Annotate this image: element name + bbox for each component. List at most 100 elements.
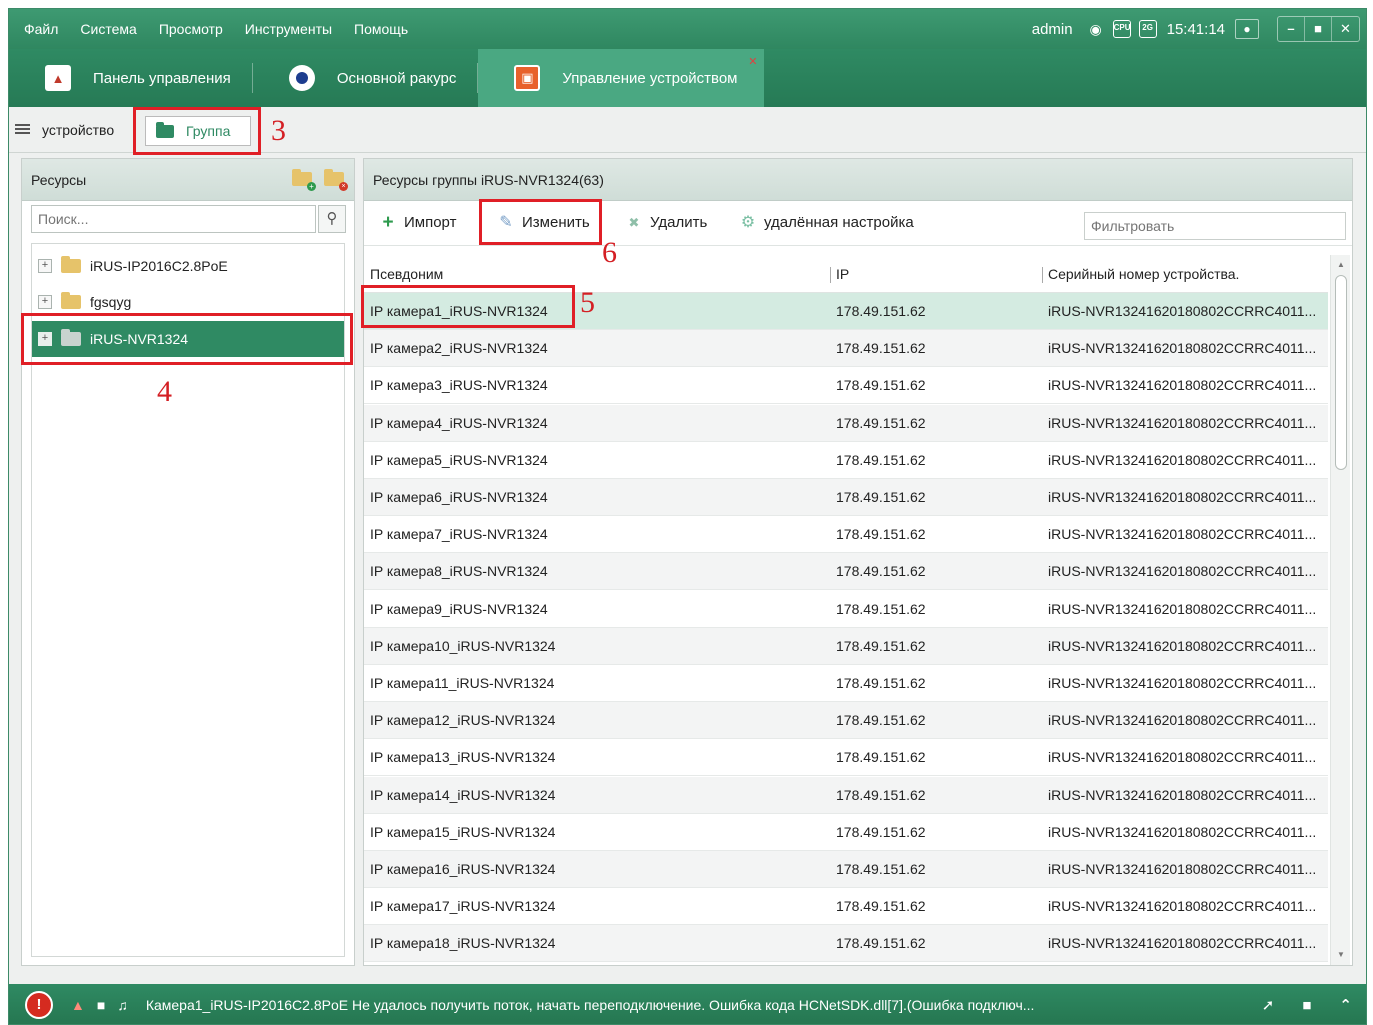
resources-panel: Ресурсы + × ⚲ + iRUS-IP2016C2.8PoE + fgs… bbox=[21, 158, 355, 966]
table-row[interactable]: IP камера9_iRUS-NVR1324 178.49.151.62 iRUS… bbox=[364, 591, 1328, 628]
table-row[interactable]: IP камера16_iRUS-NVR1324 178.49.151.62 iRU… bbox=[364, 851, 1328, 888]
resource-search: ⚲ bbox=[31, 205, 346, 233]
tree-item[interactable]: + iRUS-IP2016C2.8PoE bbox=[32, 248, 344, 284]
table-row[interactable]: IP камера5_iRUS-NVR1324 178.49.151.62 iRUS… bbox=[364, 442, 1328, 479]
alarm-icon[interactable]: ! bbox=[25, 991, 53, 1019]
column-serial[interactable]: Серийный номер устройства. bbox=[1048, 266, 1239, 282]
add-group-icon[interactable]: + bbox=[292, 169, 316, 191]
scroll-up-icon[interactable]: ▲ bbox=[1331, 257, 1351, 273]
table-row[interactable]: IP камера17_iRUS-NVR1324 178.49.151.62 iRU… bbox=[364, 888, 1328, 926]
table-row[interactable]: IP камера11_iRUS-NVR1324 178.49.151.62 iRU… bbox=[364, 665, 1328, 702]
delete-group-icon[interactable]: × bbox=[324, 169, 348, 191]
scroll-down-icon[interactable]: ▼ bbox=[1331, 947, 1351, 963]
cell-serial: iRUS-NVR13241620180802CCRRC4011... bbox=[1048, 377, 1317, 394]
network-icon[interactable]: 2G bbox=[1138, 20, 1157, 38]
cell-alias: IP камера18_iRUS-NVR1324 bbox=[370, 935, 556, 952]
table-row[interactable]: IP камера14_iRUS-NVR1324 178.49.151.62 iRU… bbox=[364, 776, 1328, 814]
close-button[interactable]: ✕ bbox=[1332, 17, 1359, 41]
tree-item[interactable]: + fgsqyg bbox=[32, 284, 344, 320]
expand-icon[interactable]: + bbox=[38, 259, 52, 273]
subtab-device-label: устройство bbox=[42, 122, 115, 138]
remote-config-button[interactable]: ⚙ удалённая настройка bbox=[740, 214, 914, 231]
import-label: Импорт bbox=[404, 214, 457, 231]
globe-icon[interactable]: ◉ bbox=[1087, 20, 1105, 38]
table-row[interactable]: IP камера15_iRUS-NVR1324 178.49.151.62 iRU… bbox=[364, 814, 1328, 851]
sound-icon[interactable]: ♫ bbox=[117, 997, 128, 1013]
resources-header: Ресурсы + × bbox=[22, 159, 354, 201]
cell-alias: IP камера6_iRUS-NVR1324 bbox=[370, 489, 548, 505]
delete-button[interactable]: ✖ Удалить bbox=[626, 214, 708, 231]
table-row[interactable]: IP камера6_iRUS-NVR1324 178.49.151.62 iRUS… bbox=[364, 479, 1328, 516]
tab-device-management[interactable]: ▣ Управление устройством ✕ bbox=[478, 49, 764, 107]
edit-button[interactable]: ✎ Изменить bbox=[498, 213, 589, 231]
subtab-group[interactable]: Группа bbox=[145, 116, 251, 146]
cell-ip: 178.49.151.62 bbox=[836, 935, 926, 952]
list-icon bbox=[15, 124, 30, 136]
import-button[interactable]: + Импорт bbox=[380, 213, 457, 232]
camera-event-icon[interactable]: ■ bbox=[97, 997, 105, 1013]
current-user[interactable]: admin bbox=[1032, 21, 1073, 38]
search-input[interactable] bbox=[31, 205, 316, 233]
tab-control-panel[interactable]: ▲ Панель управления bbox=[9, 49, 253, 107]
cell-alias: IP камера8_iRUS-NVR1324 bbox=[370, 563, 548, 580]
cell-ip: 178.49.151.62 bbox=[836, 898, 926, 915]
menu-tools[interactable]: Инструменты bbox=[234, 21, 343, 37]
cell-alias: IP камера11_iRUS-NVR1324 bbox=[370, 675, 555, 691]
expand-up-icon[interactable]: ⌃ bbox=[1339, 996, 1352, 1014]
lock-icon[interactable]: ● bbox=[1235, 19, 1259, 39]
menu-file[interactable]: Файл bbox=[13, 21, 69, 37]
restore-icon[interactable]: ■ bbox=[1302, 997, 1311, 1014]
subtab-device[interactable]: устройство bbox=[15, 122, 114, 138]
module-tab-bar: ▲ Панель управления Основной ракурс ▣ Уп… bbox=[9, 49, 1366, 107]
column-ip[interactable]: IP bbox=[836, 266, 849, 282]
menu-system[interactable]: Система bbox=[69, 21, 147, 37]
table-row[interactable]: IP камера8_iRUS-NVR1324 178.49.151.62 iRUS… bbox=[364, 553, 1328, 591]
folder-icon bbox=[61, 256, 81, 273]
table-row[interactable]: IP камера12_iRUS-NVR1324 178.49.151.62 iRU… bbox=[364, 702, 1328, 740]
table-row[interactable]: IP камера10_iRUS-NVR1324 178.49.151.62 iRU… bbox=[364, 627, 1328, 665]
tab-label: Управление устройством bbox=[562, 69, 738, 87]
cell-serial: iRUS-NVR13241620180802CCRRC4011... bbox=[1048, 861, 1317, 877]
subtab-group-label: Группа bbox=[186, 123, 231, 139]
column-alias[interactable]: Псевдоним bbox=[370, 266, 443, 282]
folder-icon bbox=[61, 292, 81, 309]
sub-tab-bar: устройство Группа bbox=[9, 107, 1366, 153]
pin-icon[interactable]: ➚ bbox=[1262, 996, 1275, 1014]
table-row[interactable]: IP камера7_iRUS-NVR1324 178.49.151.62 iRUS… bbox=[364, 516, 1328, 554]
pencil-icon: ✎ bbox=[499, 213, 513, 231]
menu-help[interactable]: Помощь bbox=[343, 21, 419, 37]
cell-serial: iRUS-NVR13241620180802CCRRC4011... bbox=[1048, 637, 1317, 654]
table-row[interactable]: IP камера2_iRUS-NVR1324 178.49.151.62 iRUS… bbox=[364, 330, 1328, 368]
annotation-number: 4 bbox=[157, 375, 172, 408]
table-row[interactable]: IP камера18_iRUS-NVR1324 178.49.151.62 iRU… bbox=[364, 925, 1328, 963]
cell-ip: 178.49.151.62 bbox=[836, 377, 926, 394]
cell-ip: 178.49.151.62 bbox=[836, 675, 926, 691]
expand-icon[interactable]: + bbox=[38, 332, 52, 346]
group-resources-title: Ресурсы группы iRUS-NVR1324(63) bbox=[373, 171, 604, 188]
table-row[interactable]: IP камера1_iRUS-NVR1324 178.49.151.62 iRUS… bbox=[364, 293, 1328, 330]
cell-serial: iRUS-NVR13241620180802CCRRC4011... bbox=[1048, 786, 1317, 803]
tree-item-selected[interactable]: + iRUS-NVR1324 bbox=[32, 321, 344, 357]
minimize-button[interactable]: – bbox=[1278, 17, 1305, 41]
menu-bar: Файл Система Просмотр Инструменты Помощь… bbox=[9, 9, 1366, 49]
maximize-button[interactable]: ■ bbox=[1305, 17, 1332, 41]
status-message: Камера1_iRUS-IP2016C2.8PoE Не удалось по… bbox=[145, 997, 1035, 1013]
tree-item-label: iRUS-IP2016C2.8PoE bbox=[90, 258, 228, 274]
scroll-thumb[interactable] bbox=[1335, 275, 1347, 470]
cell-serial: iRUS-NVR13241620180802CCRRC4011... bbox=[1048, 414, 1317, 431]
close-tab-icon[interactable]: ✕ bbox=[748, 55, 757, 68]
filter-input[interactable] bbox=[1084, 212, 1346, 240]
cell-serial: iRUS-NVR13241620180802CCRRC4011... bbox=[1048, 451, 1317, 468]
table-row[interactable]: IP камера4_iRUS-NVR1324 178.49.151.62 iRUS… bbox=[364, 404, 1328, 442]
alert-event-icon[interactable]: ▲ bbox=[71, 997, 85, 1013]
tab-main-view[interactable]: Основной ракурс bbox=[253, 49, 479, 107]
table-scrollbar[interactable]: ▲ ▼ bbox=[1330, 255, 1350, 965]
menu-view[interactable]: Просмотр bbox=[148, 21, 234, 37]
search-icon[interactable]: ⚲ bbox=[318, 205, 346, 233]
cell-ip: 178.49.151.62 bbox=[836, 861, 926, 877]
group-folder-icon bbox=[156, 121, 174, 138]
expand-icon[interactable]: + bbox=[38, 295, 52, 309]
table-row[interactable]: IP камера13_iRUS-NVR1324 178.49.151.62 iRU… bbox=[364, 739, 1328, 777]
table-row[interactable]: IP камера3_iRUS-NVR1324 178.49.151.62 iRUS… bbox=[364, 367, 1328, 405]
cpu-icon[interactable]: CPU bbox=[1112, 20, 1131, 38]
